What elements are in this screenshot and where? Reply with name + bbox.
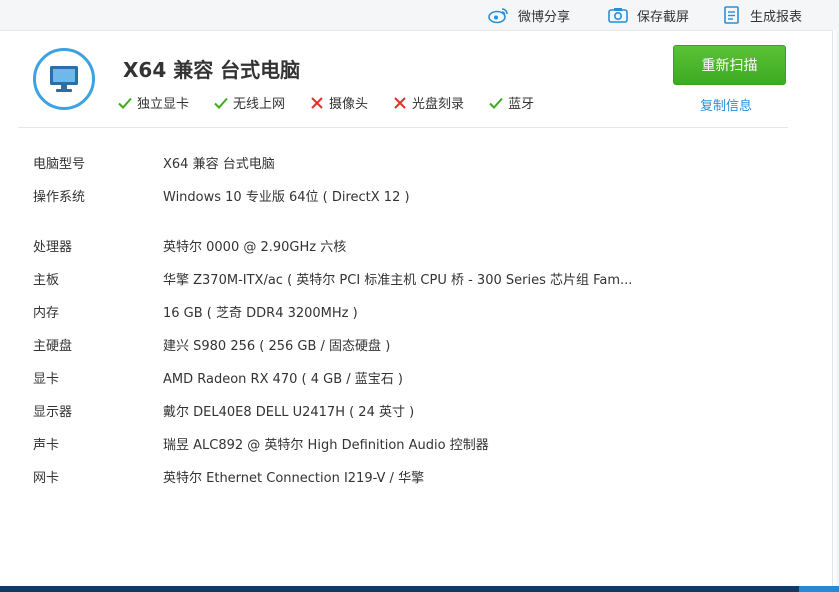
feature-item: 光盘刻录 [392,93,464,112]
info-value: 戴尔 DEL40E8 DELL U2417H ( 24 英寸 ) [163,405,415,420]
feature-list: 独立显卡 无线上网 摄像头 光盘刻录 蓝牙 [117,93,558,112]
desktop-computer-icon [33,48,95,110]
feature-label: 独立显卡 [137,97,190,112]
copy-info-link[interactable]: 复制信息 [700,95,752,114]
info-value: 英特尔 Ethernet Connection I219-V / 华擎 [163,471,425,486]
feature-label: 摄像头 [329,97,369,112]
info-value: 华擎 Z370M-ITX/ac ( 英特尔 PCI 标准主机 CPU 桥 - 3… [163,273,633,288]
check-icon [117,95,137,111]
report-icon [724,6,739,24]
info-label: 声卡 [33,438,60,453]
info-label: 显卡 [33,372,60,387]
feature-label: 蓝牙 [508,97,535,112]
header-divider [18,127,788,128]
feature-item: 无线上网 [213,93,285,112]
save-screenshot-button[interactable]: 保存截屏 [607,4,689,26]
top-toolbar: 微博分享 保存截屏 生成报表 [0,0,839,31]
taskbar-strip [0,586,839,592]
cross-icon [392,95,412,111]
generate-report-label: 生成报表 [750,9,803,25]
info-value: 英特尔 0000 @ 2.90GHz 六核 [163,240,347,255]
save-screenshot-label: 保存截屏 [637,9,690,25]
feature-item: 蓝牙 [488,93,534,112]
info-label: 网卡 [33,471,60,486]
monitor-icon [50,66,78,92]
info-value: X64 兼容 台式电脑 [163,157,275,172]
generate-report-button[interactable]: 生成报表 [722,4,802,26]
cross-icon [309,95,329,111]
feature-label: 无线上网 [233,97,286,112]
info-label: 显示器 [33,405,73,420]
taskbar-accent [799,586,839,592]
feature-label: 光盘刻录 [412,97,465,112]
info-value: 建兴 S980 256 ( 256 GB / 固态硬盘 ) [163,339,391,354]
info-label: 电脑型号 [33,157,86,172]
info-label: 主板 [33,273,60,288]
feature-item: 摄像头 [309,93,368,112]
info-value: Windows 10 专业版 64位 ( DirectX 12 ) [163,190,410,205]
info-value: 瑞昱 ALC892 @ 英特尔 High Definition Audio 控制… [163,438,489,453]
weibo-share-label: 微博分享 [518,9,571,25]
scrollbar-track[interactable] [832,30,839,586]
check-icon [488,95,508,111]
info-label: 处理器 [33,240,73,255]
weibo-share-button[interactable]: 微博分享 [488,4,570,26]
computer-model-title: X64 兼容 台式电脑 [123,58,301,82]
info-value: AMD Radeon RX 470 ( 4 GB / 蓝宝石 ) [163,372,404,387]
feature-item: 独立显卡 [117,93,189,112]
check-icon [213,95,233,111]
info-label: 操作系统 [33,190,86,205]
info-label: 主硬盘 [33,339,73,354]
info-label: 内存 [33,306,60,321]
weibo-icon [488,8,508,24]
rescan-button[interactable]: 重新扫描 [673,45,786,85]
camera-icon [608,8,628,23]
info-value: 16 GB ( 芝奇 DDR4 3200MHz ) [163,306,358,321]
